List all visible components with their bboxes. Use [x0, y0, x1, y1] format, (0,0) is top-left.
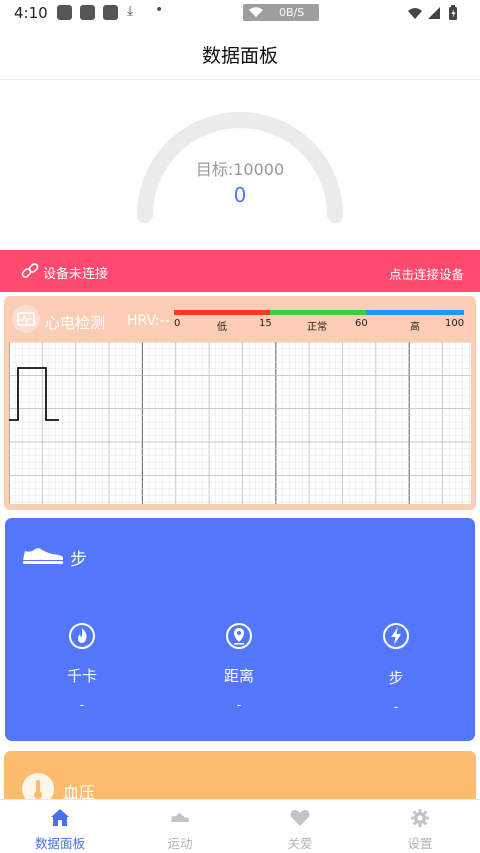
- hrv-scale-label: 100: [445, 318, 465, 329]
- steps-title: 步: [70, 550, 87, 570]
- ecg-icon: [12, 305, 40, 333]
- metric-distance: 距离 -: [189, 622, 289, 713]
- ecg-card[interactable]: 心电检测 HRV:-- 0 低 15 正常 60 高 100: [4, 296, 476, 510]
- system-icons: [406, 5, 466, 25]
- metric-label: 千卡: [66, 667, 97, 685]
- hrv-zone-normal: [270, 310, 366, 315]
- steps-card[interactable]: 步 千卡 - 距离 - 步 -: [5, 518, 475, 741]
- metric-value: -: [393, 700, 399, 715]
- hrv-scale-label: 高: [410, 322, 420, 333]
- metric-value: -: [236, 698, 242, 713]
- wifi-icon: [249, 7, 263, 17]
- nav-label: 设置: [407, 836, 433, 851]
- fire-icon: [69, 623, 95, 649]
- metric-label: 步: [388, 669, 404, 687]
- ecg-waveform: [8, 341, 471, 504]
- metric-steps: 步 -: [346, 622, 446, 715]
- download-icon: ⤓: [127, 3, 134, 19]
- home-icon: [51, 809, 69, 826]
- hrv-scale-label: 正常: [307, 322, 327, 333]
- gear-icon: [411, 809, 429, 827]
- page-title: 数据面板: [201, 45, 278, 67]
- hrv-scale-label: 15: [259, 318, 272, 329]
- metric-calories: 千卡 -: [32, 622, 132, 713]
- hrv-scale-label: 低: [217, 322, 227, 333]
- app-header: 数据面板: [0, 26, 480, 80]
- notification-icon: [80, 5, 95, 20]
- nav-item-dashboard[interactable]: 数据面板: [0, 800, 120, 853]
- metric-label: 距离: [223, 667, 254, 685]
- step-count-value: 0: [233, 183, 247, 207]
- nav-item-care[interactable]: 关爱: [240, 800, 360, 853]
- hrv-zone-high: [366, 310, 464, 315]
- shoe-icon: [171, 813, 189, 822]
- metric-value: -: [79, 698, 85, 713]
- nav-item-sport[interactable]: 运动: [120, 800, 240, 853]
- ecg-waveform-grid: [8, 341, 471, 504]
- ecg-calibration-pulse: [9, 367, 59, 421]
- nav-item-settings[interactable]: 设置: [360, 800, 480, 853]
- nav-label: 关爱: [287, 836, 313, 851]
- hrv-scale-label: 60: [355, 318, 368, 329]
- hrv-range-bar: [174, 310, 464, 315]
- ecg-title: 心电检测: [45, 314, 106, 332]
- device-connection-bar[interactable]: 设备未连接 点击连接设备: [0, 250, 480, 292]
- lightning-icon: [383, 623, 409, 649]
- notification-icon: [103, 5, 118, 20]
- network-rate: 0B/S: [279, 6, 305, 19]
- location-pin-icon: [226, 623, 252, 649]
- connect-device-link[interactable]: 点击连接设备: [389, 264, 464, 283]
- hrv-zone-low: [174, 310, 270, 315]
- notification-icon: [57, 5, 72, 20]
- cell-signal-icon: [428, 7, 440, 19]
- goal-label: 目标:10000: [195, 160, 285, 179]
- hrv-value: HRV:--: [127, 313, 170, 329]
- device-status-label: 设备未连接: [43, 267, 109, 282]
- wifi-signal-icon: [408, 8, 422, 19]
- shoe-icon: [23, 548, 64, 564]
- status-bar: 4:10 ⤓ • 0B/S: [0, 0, 480, 26]
- status-time: 4:10: [14, 4, 48, 22]
- link-icon: [21, 263, 39, 278]
- heart-icon: [290, 809, 310, 826]
- bottom-navigation: 数据面板 运动 关爱 设置: [0, 799, 480, 853]
- nav-label: 数据面板: [34, 836, 85, 851]
- network-rate-badge: 0B/S: [243, 4, 319, 21]
- step-goal-gauge: 目标:10000 0: [0, 81, 480, 250]
- nav-label: 运动: [167, 836, 193, 851]
- hrv-scale-label: 0: [174, 318, 181, 329]
- more-notifications-dot-icon: •: [155, 2, 164, 18]
